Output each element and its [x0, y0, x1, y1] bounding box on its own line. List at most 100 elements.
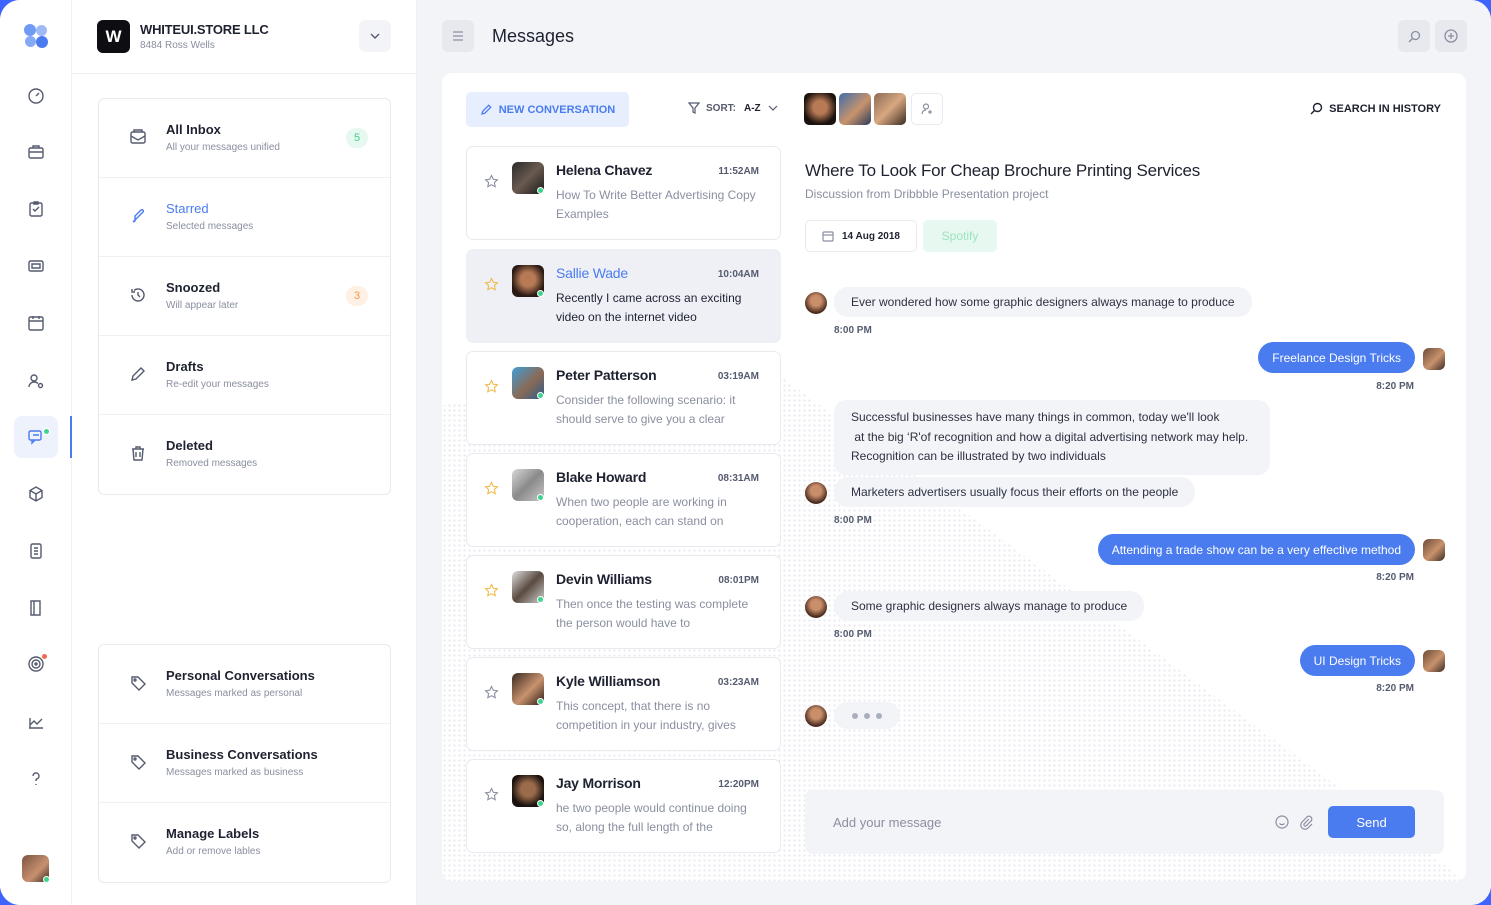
folder-drafts[interactable]: Drafts Re-edit your messages	[99, 336, 390, 415]
calendar-icon[interactable]	[14, 302, 58, 344]
document-icon[interactable]	[14, 530, 58, 572]
tag-chip[interactable]: Spotify	[923, 220, 997, 252]
clipboard-check-icon[interactable]	[14, 188, 58, 230]
participant-avatar[interactable]	[874, 93, 906, 125]
chart-icon[interactable]	[14, 701, 58, 743]
folder-desc: Will appear later	[166, 300, 239, 311]
label-title: Personal Conversations	[166, 668, 315, 683]
conversation-item[interactable]: Devin Williams 08:01PM Then once the tes…	[466, 555, 781, 649]
conversation-item[interactable]: Jay Morrison 12:20PM he two people would…	[466, 759, 781, 853]
trash-icon	[129, 444, 147, 462]
app-logo-icon[interactable]	[22, 22, 50, 50]
dashboard-icon[interactable]	[14, 75, 58, 117]
message-preview: Consider the following scenario: it shou…	[556, 393, 736, 426]
online-indicator	[537, 800, 544, 807]
star-icon[interactable]	[484, 685, 499, 700]
user-settings-icon[interactable]	[14, 360, 58, 402]
message-preview: Recently I came across an exciting video…	[556, 291, 742, 324]
outgoing-message: Attending a trade show can be a very eff…	[1097, 534, 1415, 565]
online-indicator	[537, 596, 544, 603]
help-icon[interactable]	[14, 758, 58, 800]
online-indicator	[43, 876, 50, 883]
message-time: 8:20 PM	[1376, 683, 1414, 694]
participant-avatar[interactable]	[804, 93, 836, 125]
search-icon	[1310, 102, 1323, 115]
tags-icon	[129, 832, 147, 850]
add-user-icon	[921, 103, 932, 115]
filter-icon	[688, 102, 700, 114]
contact-name: Jay Morrison	[556, 775, 641, 791]
conversation-item[interactable]: Blake Howard 08:31AM When two people are…	[466, 453, 781, 547]
company-address: 8484 Ross Wells	[140, 40, 215, 51]
notification-dot	[41, 653, 48, 660]
book-icon[interactable]	[14, 587, 58, 629]
search-in-history-button[interactable]: SEARCH IN HISTORY	[1310, 102, 1441, 115]
conversation-item[interactable]: Helena Chavez 11:52AM How To Write Bette…	[466, 146, 781, 240]
message-time: 03:23AM	[717, 677, 759, 688]
folder-panel: W WHITEUI.STORE LLC 8484 Ross Wells All …	[72, 0, 417, 905]
user-avatar[interactable]	[22, 855, 50, 883]
chevron-down-icon	[768, 105, 778, 111]
message-preview: When two people are working in cooperati…	[556, 495, 727, 528]
send-button[interactable]: Send	[1328, 806, 1415, 838]
sort-dropdown[interactable]: SORT: A-Z	[688, 102, 779, 114]
folder-desc: Selected messages	[166, 221, 254, 232]
messages-card: NEW CONVERSATION SORT: A-Z Helena Chavez…	[442, 73, 1466, 881]
star-icon[interactable]	[484, 583, 499, 598]
label-title: Manage Labels	[166, 826, 260, 841]
folder-deleted[interactable]: Deleted Removed messages	[99, 415, 390, 494]
conversation-item-selected[interactable]: Sallie Wade 10:04AM Recently I came acro…	[466, 249, 781, 343]
sender-avatar	[805, 596, 827, 618]
contact-name: Devin Williams	[556, 571, 652, 587]
incoming-message: Some graphic designers always manage to …	[834, 591, 1145, 621]
main-area: Messages NEW CONVERSATION SORT: A-Z Hele…	[417, 0, 1491, 905]
my-avatar	[1423, 348, 1445, 370]
icon-rail	[0, 0, 72, 905]
conversation-item[interactable]: Peter Patterson 03:19AM Consider the fol…	[466, 351, 781, 445]
folder-label: Snoozed	[166, 280, 221, 295]
messages-icon[interactable]	[14, 416, 72, 458]
emoji-icon[interactable]	[1274, 814, 1290, 830]
add-participant-button[interactable]	[911, 93, 943, 125]
plus-circle-icon	[1444, 29, 1458, 43]
box-icon[interactable]	[14, 473, 58, 515]
folder-all-inbox[interactable]: All Inbox All your messages unified 5	[99, 99, 390, 178]
contact-name: Peter Patterson	[556, 367, 657, 383]
folder-label: Deleted	[166, 438, 213, 453]
company-dropdown-button[interactable]	[359, 20, 391, 52]
participant-avatar[interactable]	[839, 93, 871, 125]
incoming-message: Marketers advertisers usually focus thei…	[834, 477, 1196, 507]
label-personal-conversations[interactable]: Personal Conversations Messages marked a…	[99, 645, 390, 724]
mailbox-folders: All Inbox All your messages unified 5 St…	[98, 98, 391, 495]
manage-labels[interactable]: Manage Labels Add or remove lables	[99, 803, 390, 882]
star-icon[interactable]	[484, 277, 499, 292]
contact-name: Helena Chavez	[556, 162, 653, 178]
star-icon[interactable]	[484, 379, 499, 394]
message-time: 8:00 PM	[834, 629, 872, 640]
label-business-conversations[interactable]: Business Conversations Messages marked a…	[99, 724, 390, 803]
paperclip-icon[interactable]	[1298, 814, 1314, 830]
conversation-item[interactable]: Kyle Williamson 03:23AM This concept, th…	[466, 657, 781, 751]
search-in-history-label: SEARCH IN HISTORY	[1329, 102, 1441, 115]
search-button[interactable]	[1398, 20, 1430, 52]
app-window: W WHITEUI.STORE LLC 8484 Ross Wells All …	[0, 0, 1491, 905]
count-badge: 3	[346, 286, 368, 306]
target-icon[interactable]	[14, 643, 58, 685]
folder-starred[interactable]: Starred Selected messages	[99, 178, 390, 257]
online-indicator	[537, 494, 544, 501]
new-conversation-button[interactable]: NEW CONVERSATION	[466, 92, 629, 127]
folder-snoozed[interactable]: Snoozed Will appear later 3	[99, 257, 390, 336]
message-preview: Then once the testing was complete the p…	[556, 597, 749, 630]
label-desc: Messages marked as personal	[166, 688, 303, 699]
add-button[interactable]	[1435, 20, 1467, 52]
briefcase-icon[interactable]	[14, 131, 58, 173]
star-icon[interactable]	[484, 481, 499, 496]
star-icon[interactable]	[484, 787, 499, 802]
inbox-icon	[129, 128, 147, 146]
message-input[interactable]	[833, 808, 1233, 836]
thread-subject: Where To Look For Cheap Brochure Printin…	[805, 161, 1201, 180]
menu-toggle-button[interactable]	[442, 20, 474, 52]
star-icon[interactable]	[484, 174, 499, 189]
typing-indicator	[834, 702, 900, 729]
media-icon[interactable]	[14, 245, 58, 287]
